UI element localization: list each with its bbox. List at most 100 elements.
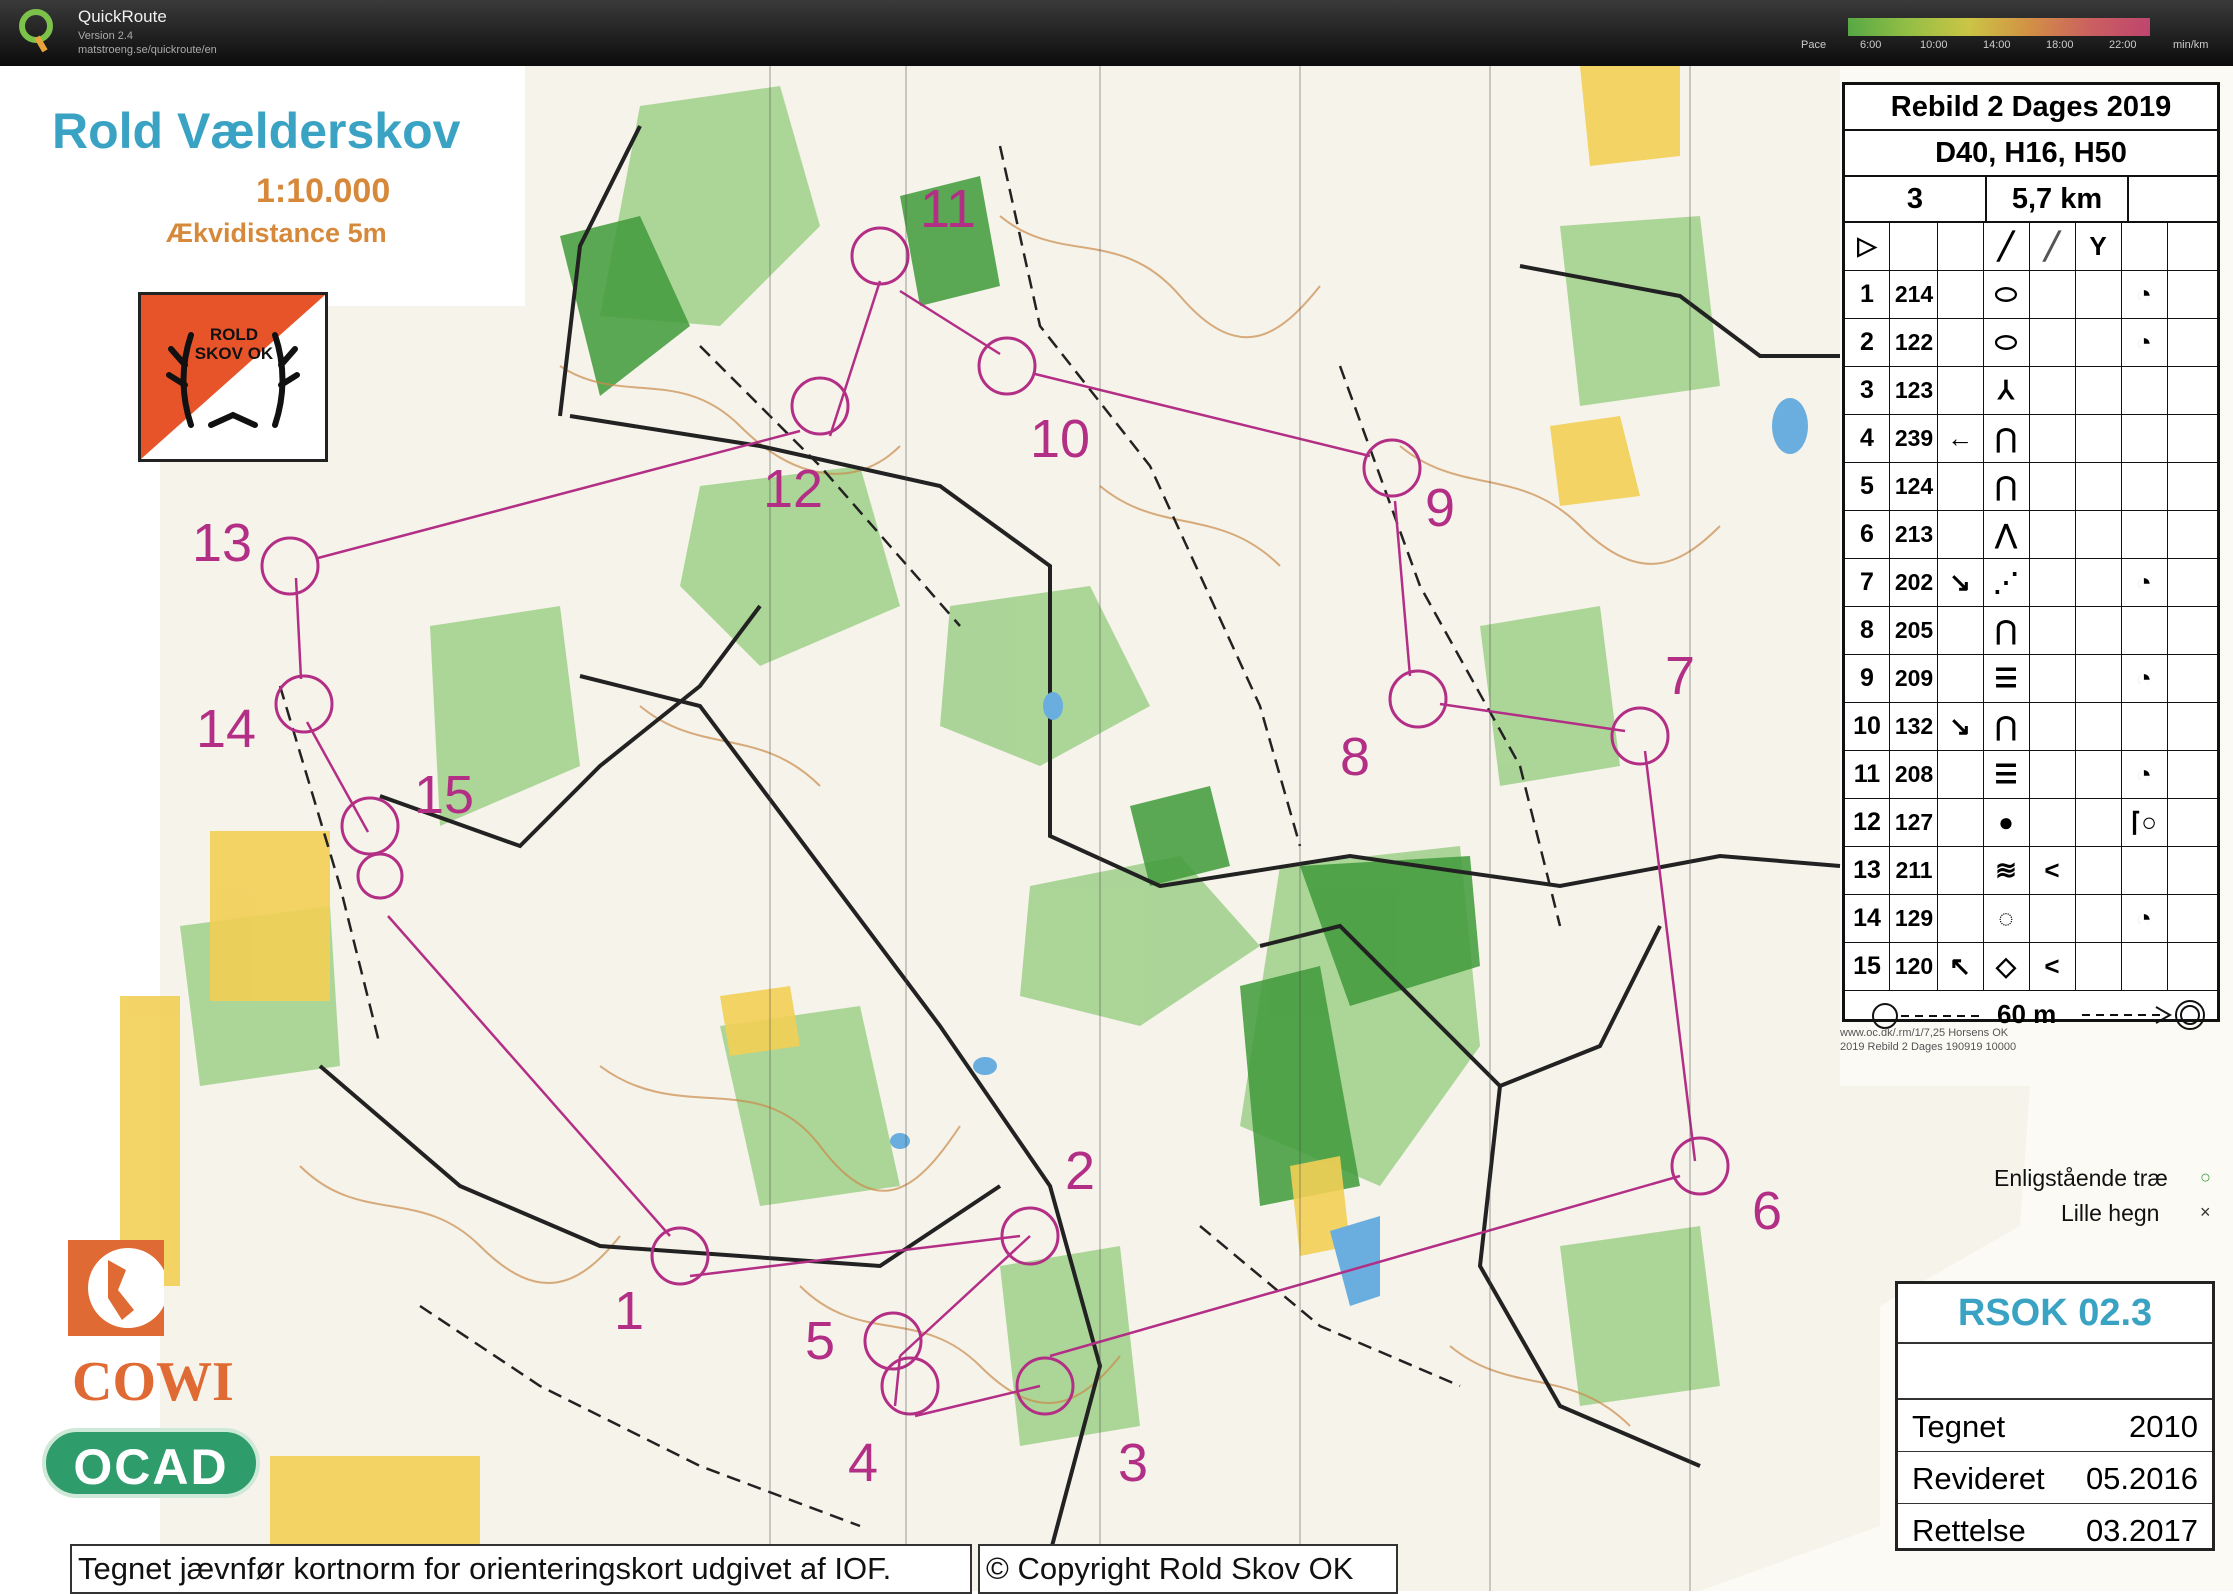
control-number: 6 — [1752, 1181, 1783, 1241]
control-description-sheet: Rebild 2 Dages 2019 D40, H16, H50 3 5,7 … — [1842, 82, 2220, 1030]
app-url-link[interactable]: matstroeng.se/quickroute/en — [78, 44, 217, 56]
description-symbol: ⋂ — [1983, 463, 2030, 510]
description-symbol — [1937, 847, 1984, 894]
control-sequence: 11 — [1845, 751, 1890, 798]
description-symbol: ◔ — [2121, 895, 2168, 942]
control-sequence: 10 — [1845, 703, 1890, 750]
control-sequence: 6 — [1845, 511, 1890, 558]
control-code: 129 — [1891, 895, 1938, 942]
control-code: 202 — [1891, 559, 1938, 606]
description-row: 14 129 ◌ ◔ — [1845, 895, 2217, 943]
small-fence-icon: × — [2200, 1202, 2211, 1222]
description-symbol — [1937, 271, 1984, 318]
description-symbol: ◔ — [2121, 271, 2168, 318]
control-sequence: 14 — [1845, 895, 1890, 942]
description-symbol: ⋂ — [1983, 415, 2030, 462]
control-sequence: 13 — [1845, 847, 1890, 894]
description-symbol: ◔ — [2121, 655, 2168, 702]
description-symbol: ● — [1983, 799, 2030, 846]
control-number: 13 — [192, 513, 253, 573]
description-symbol: ↘ — [1937, 559, 1984, 606]
description-symbol — [1937, 463, 1984, 510]
description-symbol — [1937, 895, 1984, 942]
copyright-note: © Copyright Rold Skov OK — [978, 1544, 1398, 1594]
control-sequence: 4 — [1845, 415, 1890, 462]
description-row: 11 208 ☰ ◔ — [1845, 751, 2217, 799]
map-id: RSOK 02.3 — [1898, 1284, 2212, 1344]
course-header: 3 5,7 km — [1845, 177, 2217, 223]
description-row: 13 211 ≋ < — [1845, 847, 2217, 895]
description-symbol — [2029, 895, 2076, 942]
description-symbol — [2075, 847, 2122, 894]
cowi-emblem-icon — [68, 1240, 164, 1336]
rold-skov-ok-logo: ROLD SKOV OK — [138, 292, 328, 462]
description-symbol — [2075, 703, 2122, 750]
description-symbol — [1937, 319, 1984, 366]
antler-icon — [166, 332, 300, 428]
description-symbol — [1937, 655, 1984, 702]
description-symbol — [2075, 655, 2122, 702]
description-symbol — [2075, 559, 2122, 606]
map-print-meta: www.oc.dk/.rm/1/7,25 Horsens OK 2019 Reb… — [1840, 1026, 2016, 1054]
description-symbol — [2121, 943, 2168, 990]
description-symbol — [2029, 463, 2076, 510]
description-row: 1 214 ⬭ ◔ — [1845, 271, 2217, 319]
dashed-feature-icon: ╱ — [2029, 223, 2076, 270]
control-code: 209 — [1891, 655, 1938, 702]
description-symbol — [2075, 271, 2122, 318]
description-row: 4 239 ← ⋂ — [1845, 415, 2217, 463]
control-number: 10 — [1030, 409, 1091, 469]
control-number: 14 — [196, 699, 257, 759]
description-symbol: ⋀ — [1983, 511, 2030, 558]
pace-tick: 14:00 — [1983, 39, 2011, 51]
pace-tick: 10:00 — [1920, 39, 1948, 51]
description-symbol: ◔ — [2121, 751, 2168, 798]
description-symbol: ⬭ — [1983, 319, 2030, 366]
map-scale: 1:10.000 — [256, 172, 391, 210]
single-tree-icon: ○ — [2200, 1167, 2211, 1187]
control-sequence: 5 — [1845, 463, 1890, 510]
control-number: 5 — [805, 1311, 836, 1371]
control-sequence: 1 — [1845, 271, 1890, 318]
description-symbol: ← — [1937, 415, 1984, 462]
junction-icon: Y — [2075, 223, 2122, 270]
pace-color-scale[interactable] — [1848, 18, 2150, 36]
event-name: Rebild 2 Dages 2019 — [1845, 85, 2217, 131]
description-symbol — [1937, 367, 1984, 414]
map-norm-note: Tegnet jævnfør kortnorm for orienterings… — [70, 1544, 972, 1594]
start-triangle-icon: ▷ — [1845, 223, 1890, 270]
description-symbol: ⌈○ — [2121, 799, 2168, 846]
control-number: 11 — [920, 179, 977, 239]
description-symbol: ⬭ — [1983, 271, 2030, 318]
control-number: 2 — [1065, 1141, 1096, 1201]
description-symbol — [2029, 367, 2076, 414]
description-row: 5 124 ⋂ — [1845, 463, 2217, 511]
line-feature-icon: ╱ — [1983, 223, 2030, 270]
description-symbol — [2029, 607, 2076, 654]
app-header: QuickRoute Version 2.4 matstroeng.se/qui… — [0, 0, 2233, 66]
control-code: 239 — [1891, 415, 1938, 462]
description-symbol: ◔ — [2121, 319, 2168, 366]
control-number: 12 — [763, 459, 824, 519]
description-row: 9 209 ☰ ◔ — [1845, 655, 2217, 703]
finish-double-circle-icon — [2082, 1000, 2205, 1030]
description-symbol — [2121, 607, 2168, 654]
map-info-box: RSOK 02.3 Tegnet 2010 Revideret 05.2016 Re… — [1895, 1281, 2215, 1551]
description-symbol — [2075, 463, 2122, 510]
description-symbol — [2075, 751, 2122, 798]
control-code: 127 — [1891, 799, 1938, 846]
ocad-logo: OCAD — [42, 1428, 260, 1498]
legend-small-fence: Lille hegn — [2061, 1200, 2160, 1226]
course-classes: D40, H16, H50 — [1845, 131, 2217, 177]
description-symbol — [1937, 751, 1984, 798]
control-code: 211 — [1891, 847, 1938, 894]
description-symbol — [2075, 415, 2122, 462]
description-row: 15 120 ↖ ◇ < — [1845, 943, 2217, 991]
description-symbol — [2121, 847, 2168, 894]
description-symbol — [2029, 511, 2076, 558]
control-number: 15 — [414, 765, 475, 825]
control-sequence: 8 — [1845, 607, 1890, 654]
control-code: 122 — [1891, 319, 1938, 366]
course-length: 5,7 km — [1987, 177, 2129, 221]
control-number: 8 — [1340, 727, 1371, 787]
